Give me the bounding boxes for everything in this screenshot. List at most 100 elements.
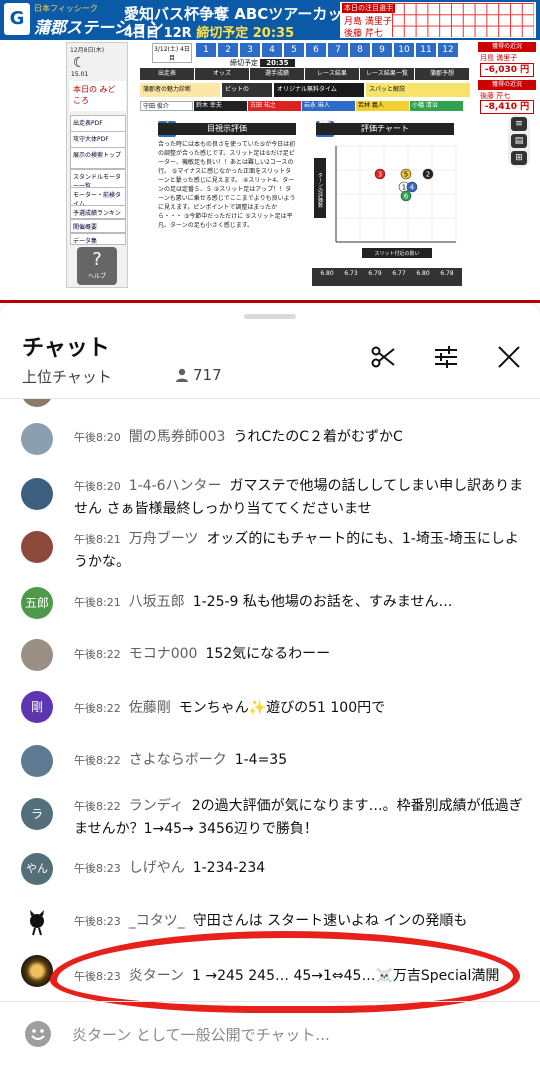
chat-mode-selector[interactable]: 上位チャット	[22, 366, 112, 387]
viewer-count: 717	[193, 366, 222, 384]
boat-marker-label: 1	[402, 184, 406, 192]
racer-4: 岩永 麻人	[302, 101, 355, 111]
odds-value: 6.79	[368, 270, 382, 277]
timestamp: 午後8:22	[74, 702, 121, 715]
race-tab[interactable]: 2	[218, 43, 238, 57]
timestamp: 午後8:22	[74, 800, 121, 813]
chat-title: チャット	[22, 336, 110, 361]
station-sub: 日本フィッシーク	[34, 4, 98, 13]
featured-racers-box: 本日の注目選手 月島 満里子 後藤 芹七	[340, 2, 536, 39]
timestamp: 午後8:22	[74, 754, 121, 767]
drag-handle[interactable]	[244, 314, 296, 319]
close-icon[interactable]	[495, 343, 523, 371]
chart-title: 評価チャート	[316, 123, 454, 135]
input-divider	[0, 1001, 540, 1002]
race-tab[interactable]: 1	[196, 43, 216, 57]
menu-button[interactable]: レース結果一覧	[360, 68, 414, 80]
message-text: 1-4=35	[234, 752, 288, 768]
timestamp: 午後8:22	[74, 648, 121, 661]
avatar[interactable]	[21, 423, 53, 455]
promo-link[interactable]: スパッと解説	[366, 83, 470, 97]
weather-icon: ☾	[73, 55, 86, 71]
document-icon[interactable]: ▤	[511, 134, 527, 148]
avatar[interactable]	[21, 906, 53, 938]
avatar[interactable]	[21, 399, 53, 407]
race-tab[interactable]: 5	[284, 43, 304, 57]
message-text: うれCたのC２着がむずかC	[233, 429, 403, 445]
menu-highlight[interactable]: 本日の みどころ	[70, 81, 126, 111]
race-tab[interactable]: 12	[438, 43, 458, 57]
race-tab[interactable]: 7	[328, 43, 348, 57]
avatar[interactable]	[21, 955, 53, 987]
race-tab[interactable]: 3	[240, 43, 260, 57]
author-name: _コタツ_	[128, 913, 185, 929]
author-name: ランディ	[128, 798, 184, 814]
odds-value: 6.80	[320, 270, 334, 277]
menu-button[interactable]: 出走表	[140, 68, 194, 80]
evaluation-chart: ターンの評価数 スリット付近の勢い 3 5 2 1 46	[314, 145, 457, 258]
odds-value: 6.73	[344, 270, 358, 277]
live-chat-panel: チャット 上位チャット 717 午後8:20 闇の馬券師003 うれCたのC２着がむ…	[0, 303, 540, 1066]
avatar[interactable]	[21, 478, 53, 510]
tune-icon[interactable]	[432, 343, 460, 371]
menu-item[interactable]: 開催概要	[70, 219, 126, 233]
message-body: 午後8:22 さよならボーク 1-4=35	[74, 749, 524, 772]
chart-points: 3 5 2 1 46	[374, 168, 434, 202]
menu-button[interactable]: オッズ	[195, 68, 249, 80]
side-icon-bar: ≡ ▤ ⊞	[508, 114, 530, 168]
menu-item[interactable]: 予選成績ランキング	[70, 205, 126, 219]
avatar[interactable]: やん	[21, 853, 53, 885]
my-avatar[interactable]	[25, 1021, 51, 1047]
racer-row: 守田 俊介 鈴木 幸夫 古田 祐之 岩永 麻人 若林 義人 小幡 清治	[140, 101, 470, 111]
race-tab[interactable]: 8	[350, 43, 370, 57]
scissors-icon[interactable]	[369, 343, 397, 371]
timestamp: 午後8:20	[74, 431, 121, 444]
race-date: 3/12(土) 4日目	[152, 43, 192, 63]
race-tab[interactable]: 4	[262, 43, 282, 57]
list-icon[interactable]: ≡	[511, 117, 527, 131]
message-text: 1-25-9 私も他場のお話を、すみません…	[192, 594, 453, 610]
menu-temp: 15.01	[71, 71, 89, 78]
odds-value: 6.78	[440, 270, 454, 277]
chat-input[interactable]	[72, 1023, 512, 1047]
avatar[interactable]	[21, 531, 53, 563]
video-player[interactable]: G 日本フィッシーク 蒲郡ステーション 愛知バス杯争奪 ABCツアーカップ 4日…	[0, 0, 540, 303]
avatar[interactable]: 五郎	[21, 587, 53, 619]
race-tab[interactable]: 6	[306, 43, 326, 57]
promo-link[interactable]: ピットの	[222, 83, 272, 97]
avatar[interactable]: 剛	[21, 691, 53, 723]
cat-silhouette-icon	[30, 910, 44, 936]
race-tab[interactable]: 9	[372, 43, 392, 57]
race-tab[interactable]: 11	[416, 43, 436, 57]
promo-link[interactable]: オリジナル無料タイム	[274, 83, 364, 97]
person-icon	[176, 368, 188, 382]
avatar[interactable]	[21, 639, 53, 671]
menu-item[interactable]: スタンドルモーター一覧	[70, 169, 126, 189]
author-name: 八坂五郎	[128, 594, 185, 610]
menu-button[interactable]: レース結果	[305, 68, 359, 80]
timestamp: 午後8:20	[74, 480, 121, 493]
avatar[interactable]: ラ	[21, 798, 53, 830]
menu-button[interactable]: 蒲郡予想	[415, 68, 469, 80]
chart-xlabel: スリット付近の勢い	[374, 250, 419, 257]
chat-message-list[interactable]: 午後8:20 闇の馬券師003 うれCたのC２着がむずかC 午後8:20 1-4-6ハ…	[0, 399, 540, 999]
menu-button[interactable]: 選手成績	[250, 68, 304, 80]
grid-icon[interactable]: ⊞	[511, 151, 527, 165]
help-button[interactable]: ? ヘルプ	[77, 247, 117, 285]
smiley-icon	[31, 1029, 45, 1040]
menu-item[interactable]: 展示の検索トップ	[70, 147, 126, 169]
sparkle-icon: ✨	[248, 700, 267, 716]
featured-header: 本日の注目選手	[342, 3, 395, 13]
menu-item[interactable]: データ集	[70, 233, 126, 245]
message-text: モンちゃん	[178, 700, 249, 716]
timestamp: 午後8:21	[74, 596, 121, 609]
eval-text: 合った時には本もの良さを使っていた⑤が今日は初の調整が合った感じです。スリット足…	[158, 141, 296, 229]
message-body: 午後8:21 八坂五郎 1-25-9 私も他場のお話を、すみません…	[74, 591, 524, 614]
avatar[interactable]	[21, 745, 53, 777]
promo-link[interactable]: 蒲郡者の魅力診断	[140, 83, 220, 97]
message-text: 152気になるわーー	[205, 646, 331, 662]
menu-item[interactable]: モーター・前検タイム	[70, 187, 126, 207]
right-panel: 獲得の近況 月島 満里子 -6,030 円 獲得の近況 後藤 芹七 -8,410…	[478, 42, 536, 114]
race-title: 愛知バス杯争奪 ABCツアーカップ	[124, 5, 358, 23]
race-tab[interactable]: 10	[394, 43, 414, 57]
